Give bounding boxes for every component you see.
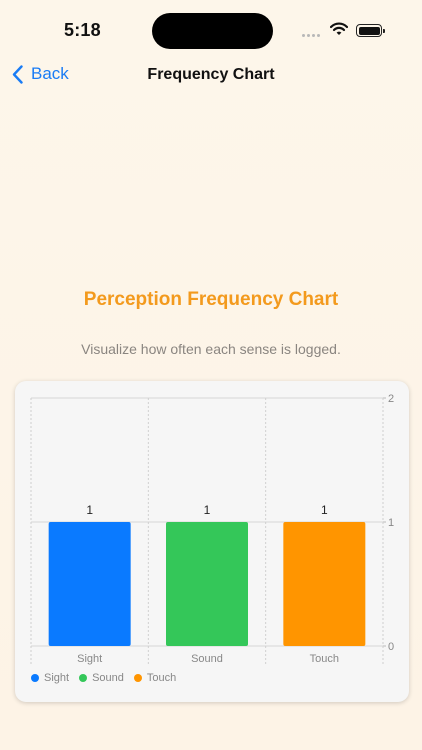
cellular-signal-icon [302, 34, 320, 37]
frequency-bar-chart: 0 1 2 1 Sight 1 Sound 1 Touch [30, 393, 394, 666]
legend-item-sight: Sight [31, 672, 69, 684]
legend-item-sound: Sound [79, 672, 124, 684]
bar-value-label: 1 [321, 503, 328, 517]
y-tick-label: 0 [388, 641, 394, 653]
legend-label-sight: Sight [44, 672, 70, 684]
page-subtitle: Visualize how often each sense is logged… [81, 341, 341, 357]
legend-dot-sight [31, 674, 39, 682]
bar-value-label: 1 [86, 503, 93, 517]
status-bar: 5:18 [0, 0, 422, 60]
navigation-bar: Back Frequency Chart [0, 56, 422, 96]
x-tick-label: Sound [191, 653, 223, 665]
wifi-icon [329, 22, 349, 41]
legend-label-touch: Touch [146, 672, 177, 684]
chart-legend: Sight Sound Touch [31, 672, 176, 684]
dynamic-island [152, 13, 273, 49]
nav-title: Frequency Chart [147, 66, 275, 83]
bar-value-label: 1 [204, 503, 211, 517]
x-tick-label: Sight [77, 653, 102, 665]
legend-dot-touch [133, 674, 142, 682]
y-tick-label: 1 [388, 517, 394, 529]
bar-sight [48, 522, 131, 646]
y-tick-label: 2 [388, 393, 394, 405]
page-title: Perception Frequency Chart [83, 289, 339, 310]
bar-touch [283, 522, 366, 646]
legend-item-touch: Touch [133, 672, 177, 684]
bar-sound [166, 522, 248, 646]
x-tick-label: Touch [310, 653, 339, 665]
chart-card: 0 1 2 1 Sight 1 Sound 1 Touch Sight Sound Touch [15, 381, 409, 702]
legend-label-sound: Sound [92, 672, 124, 684]
legend-dot-sound [79, 674, 88, 682]
status-time: 5:18 [64, 20, 101, 40]
battery-icon [356, 24, 385, 37]
